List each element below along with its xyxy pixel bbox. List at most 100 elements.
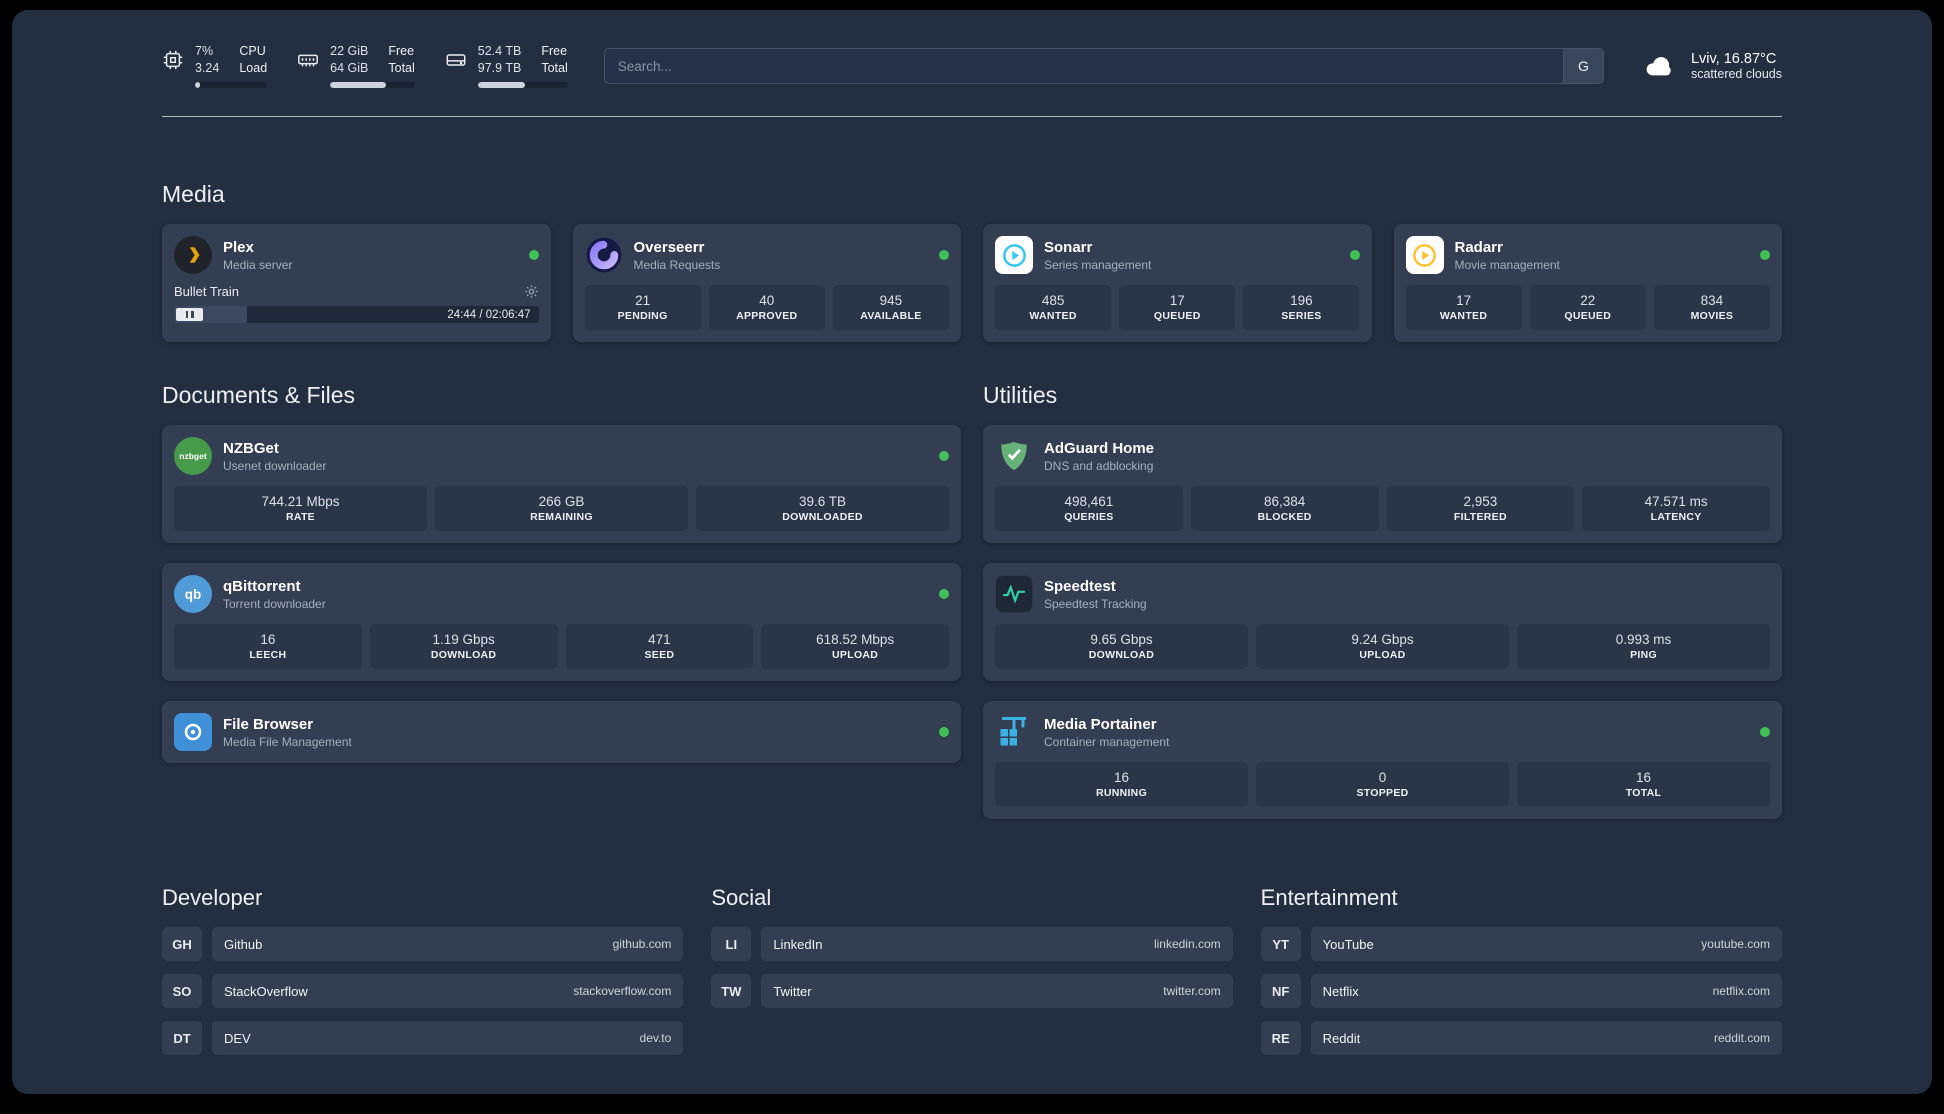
stat-latency: 47.571 ms LATENCY: [1582, 486, 1770, 532]
link-twitter[interactable]: Twitter twitter.com: [761, 974, 1233, 1009]
app-card-overseerr[interactable]: Overseerr Media Requests 21 PENDING 40 APP…: [572, 224, 961, 343]
stat-downloaded: 39.6 TB DOWNLOADED: [696, 486, 949, 532]
link-abbr: TW: [711, 974, 752, 1009]
disk-free-value: 52.4 TB: [477, 44, 522, 58]
link-reddit[interactable]: Reddit reddit.com: [1310, 1021, 1782, 1056]
app-card-portainer[interactable]: Media Portainer Container management 16 R…: [983, 701, 1782, 820]
app-card-adguard[interactable]: AdGuard Home DNS and adblocking 498,461 Q…: [983, 425, 1782, 544]
app-card-sonarr[interactable]: Sonarr Series management 485 WANTED 17 QUE…: [983, 224, 1372, 343]
stat-label: SEED: [644, 649, 675, 662]
disk-widget: 52.4 TB Free 97.9 TB Total: [445, 44, 568, 89]
nzbget-icon: nzbget: [174, 437, 212, 476]
pause-button[interactable]: [176, 308, 203, 322]
cpu-load-label: Load: [239, 60, 268, 75]
stat-label: TOTAL: [1625, 787, 1662, 800]
app-description: Series management: [1044, 257, 1152, 272]
app-card-plex[interactable]: Plex Media server Bullet Train 24:44 / 0…: [162, 224, 551, 343]
status-dot: [528, 250, 539, 261]
link-row: NF Netflix netflix.com: [1260, 974, 1782, 1009]
stat-value: 498,461: [1064, 494, 1114, 510]
app-name: Radarr: [1454, 238, 1503, 256]
link-abbr: NF: [1260, 974, 1301, 1009]
link-name: DEV: [224, 1030, 251, 1046]
disk-total-value: 97.9 TB: [477, 60, 522, 75]
media-card-row: Plex Media server Bullet Train 24:44 / 0…: [162, 224, 1782, 343]
link-abbr: DT: [162, 1021, 202, 1056]
stat-remaining: 266 GB REMAINING: [435, 486, 688, 532]
stat-label: STOPPED: [1356, 787, 1409, 800]
stat-label: RATE: [285, 511, 315, 524]
app-description: Media Requests: [633, 257, 721, 272]
link-name: Twitter: [773, 983, 812, 999]
stat-value: 945: [879, 293, 903, 309]
status-dot: [939, 727, 949, 738]
app-name: Speedtest: [1044, 577, 1116, 595]
stat-label: PENDING: [617, 310, 668, 323]
ram-progress-fill: [330, 82, 386, 89]
disk-progress-fill: [477, 82, 526, 89]
stat-label: WANTED: [1029, 310, 1077, 323]
link-github[interactable]: Github github.com: [212, 927, 684, 962]
section-title-developer: Developer: [162, 885, 263, 911]
stat-label: LATENCY: [1650, 511, 1702, 524]
link-row: GH Github github.com: [162, 927, 684, 962]
weather-condition: scattered clouds: [1690, 67, 1782, 82]
link-youtube[interactable]: YouTube youtube.com: [1310, 927, 1782, 962]
stat-label: PING: [1630, 649, 1657, 662]
app-card-speedtest[interactable]: Speedtest Speedtest Tracking 9.65 Gbps DO…: [983, 563, 1782, 682]
stat-label: DOWNLOAD: [1088, 649, 1155, 662]
stat-upload: 9.24 Gbps UPLOAD: [1256, 624, 1509, 670]
status-dot: [939, 589, 949, 600]
app-card-qbittorrent[interactable]: qb qBittorrent Torrent downloader 16 LEEC…: [162, 563, 961, 682]
search-input[interactable]: [604, 49, 1563, 84]
search-engine-button[interactable]: G: [1562, 49, 1603, 84]
link-name: Netflix: [1322, 983, 1359, 999]
cloud-icon: [1646, 57, 1671, 76]
stat-label: AVAILABLE: [860, 310, 922, 323]
stat-label: LEECH: [249, 649, 287, 662]
cpu-widget: 7% CPU 3.24 Load: [162, 44, 268, 89]
link-url: linkedin.com: [1153, 937, 1221, 952]
link-abbr: YT: [1260, 927, 1301, 962]
link-dev[interactable]: DEV dev.to: [212, 1021, 684, 1056]
link-netflix[interactable]: Netflix netflix.com: [1310, 974, 1782, 1009]
stat-value: 39.6 TB: [798, 494, 847, 510]
qbittorrent-icon: qb: [174, 575, 212, 614]
stat-stopped: 0 STOPPED: [1256, 762, 1509, 808]
topbar-divider: [162, 116, 1782, 118]
cpu-progress-bar: [195, 82, 268, 89]
stat-value: 744.21 Mbps: [261, 494, 340, 510]
link-abbr: GH: [162, 927, 202, 962]
disk-total-label: Total: [541, 60, 568, 75]
stat-value: 2,953: [1463, 494, 1498, 510]
utilities-column: AdGuard Home DNS and adblocking 498,461 Q…: [983, 425, 1782, 820]
link-url: github.com: [612, 937, 672, 952]
gear-icon[interactable]: [524, 284, 539, 299]
link-url: youtube.com: [1701, 937, 1770, 952]
link-stackoverflow[interactable]: StackOverflow stackoverflow.com: [212, 974, 684, 1009]
stat-value: 47.571 ms: [1644, 494, 1708, 510]
stat-value: 1.19 Gbps: [432, 632, 495, 648]
link-row: TW Twitter twitter.com: [711, 974, 1233, 1009]
app-card-radarr[interactable]: Radarr Movie management 17 WANTED 22 QUEUE…: [1393, 224, 1782, 343]
nzbget-icon-text: nzbget: [179, 451, 207, 462]
app-card-filebrowser[interactable]: File Browser Media File Management: [162, 701, 961, 764]
links-column-developer: Developer GH Github github.com SO StackO…: [162, 885, 684, 1068]
stat-value: 16: [260, 632, 276, 648]
cpu-usage-label: CPU: [239, 44, 266, 58]
stat-value: 22: [1580, 293, 1596, 309]
adguard-icon: [995, 437, 1033, 475]
stat-label: UPLOAD: [1359, 649, 1406, 662]
app-name: AdGuard Home: [1044, 439, 1155, 457]
app-description: DNS and adblocking: [1044, 458, 1154, 473]
link-row: DT DEV dev.to: [162, 1021, 684, 1056]
stat-value: 16: [1113, 770, 1130, 786]
app-card-nzbget[interactable]: nzbget NZBGet Usenet downloader 744.21 M…: [162, 425, 961, 544]
weather-location: Lviv, 16.87°C: [1690, 51, 1777, 68]
stat-seed: 471 SEED: [565, 624, 754, 670]
link-linkedin[interactable]: LinkedIn linkedin.com: [761, 927, 1233, 962]
links-column-entertainment: Entertainment YT YouTube youtube.com NF …: [1260, 885, 1782, 1068]
documents-column: nzbget NZBGet Usenet downloader 744.21 M…: [162, 425, 961, 764]
stat-blocked: 86,384 BLOCKED: [1190, 486, 1379, 532]
stat-value: 196: [1290, 293, 1313, 309]
